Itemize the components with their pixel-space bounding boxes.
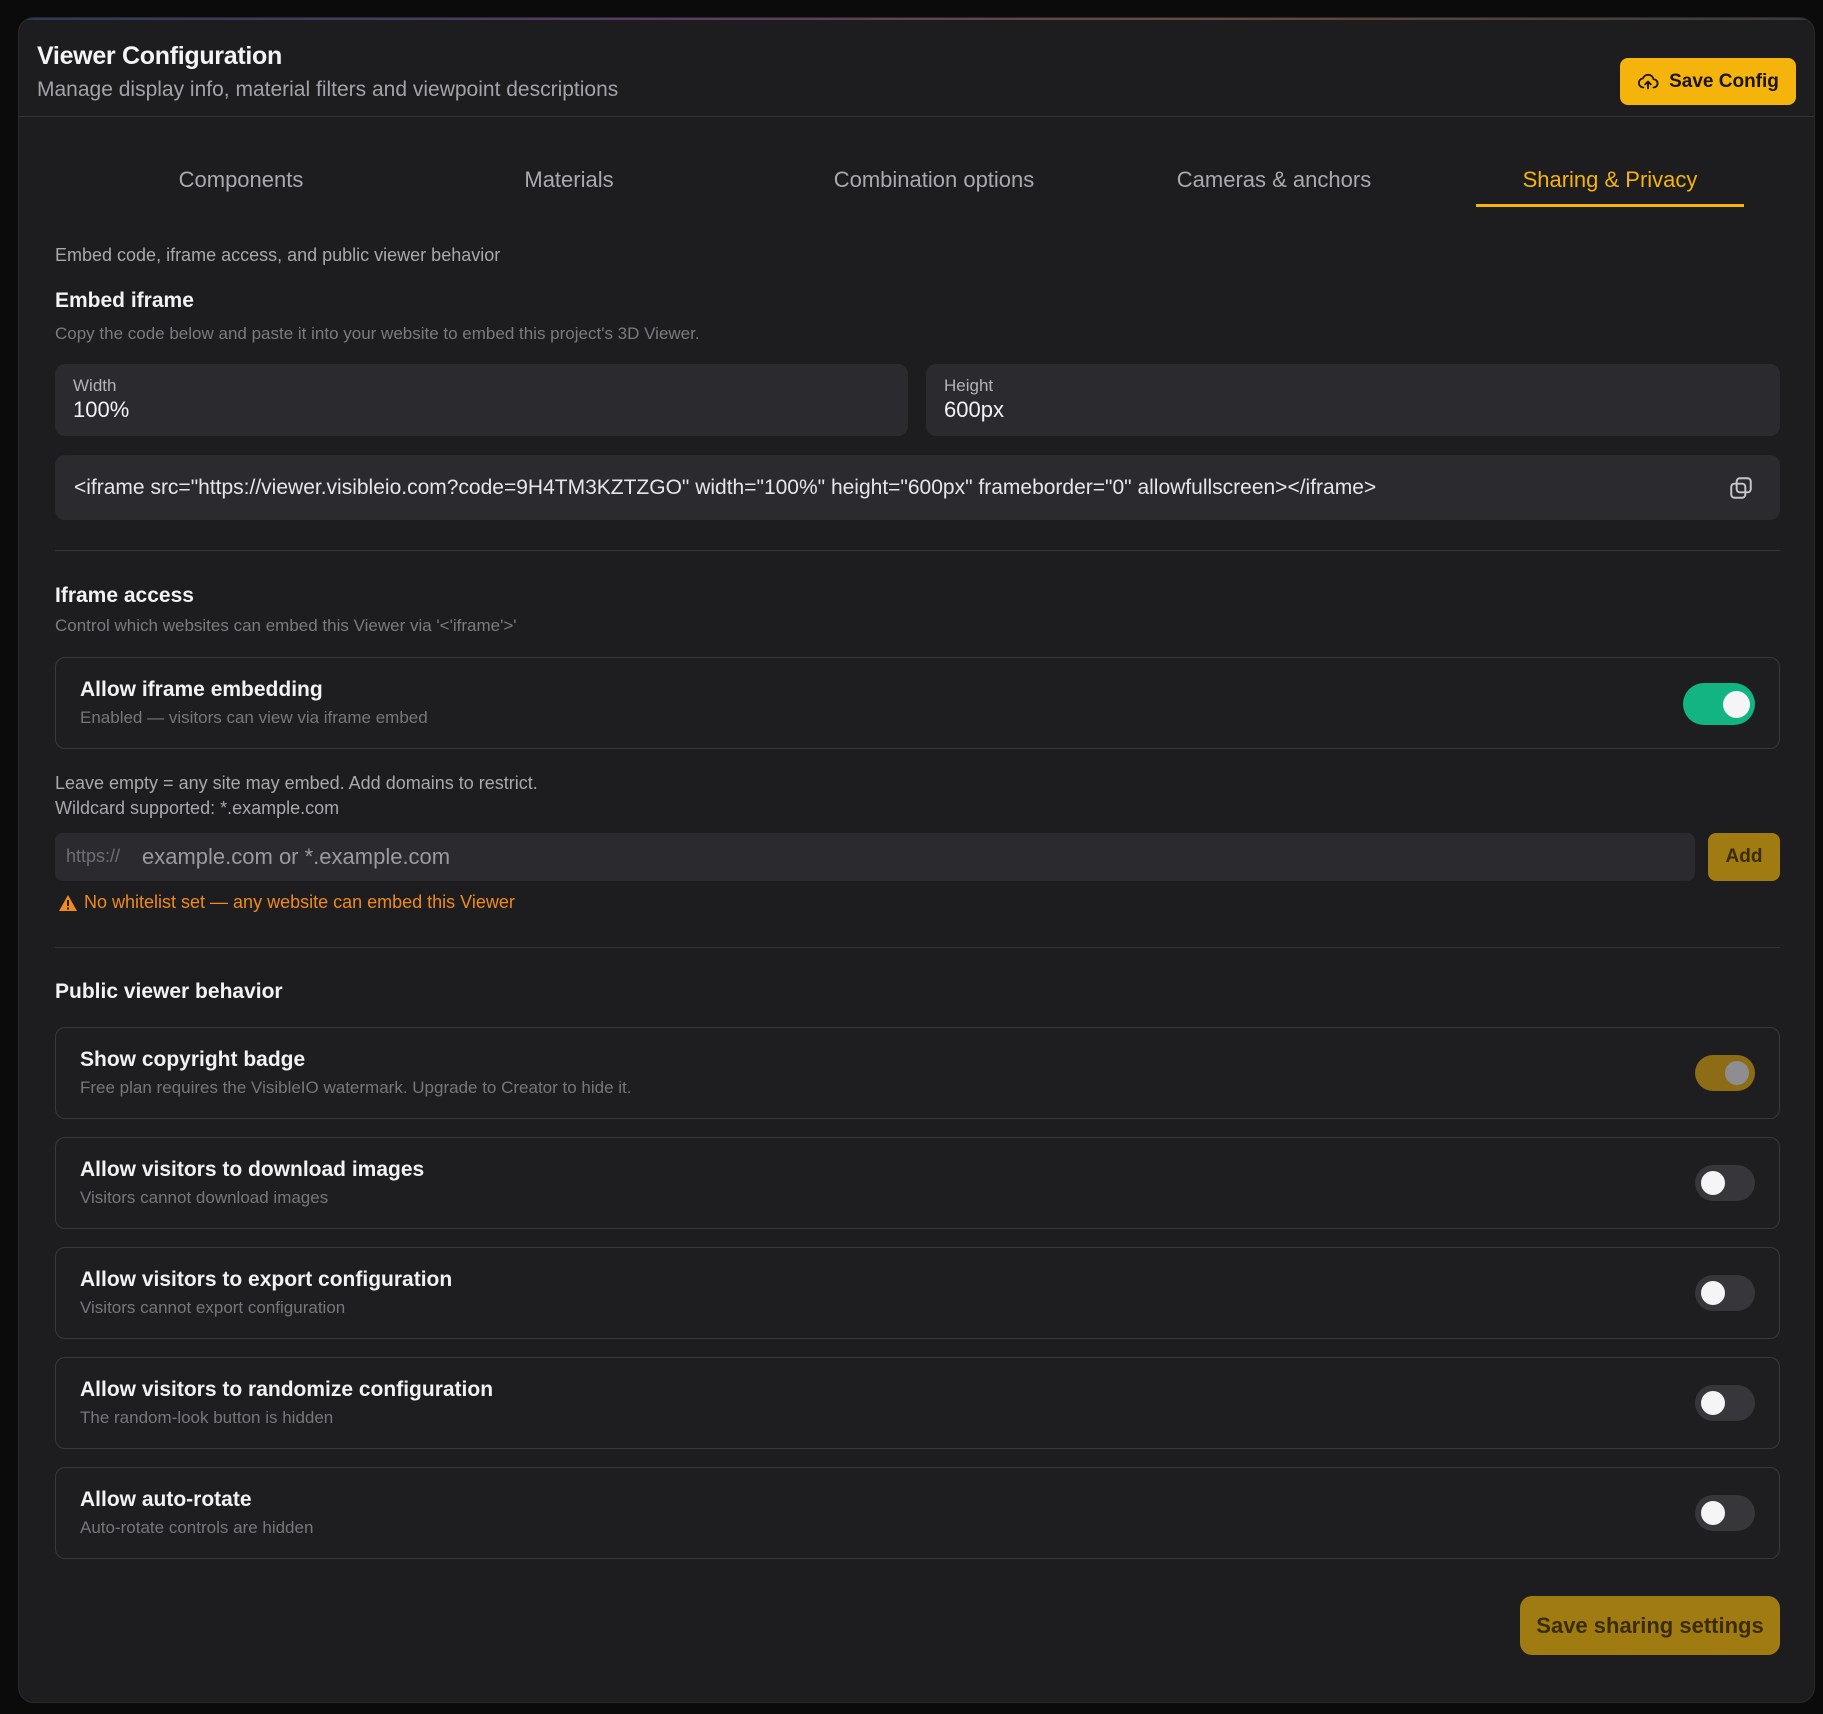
tab-bar: Components Materials Combination options… xyxy=(19,117,1814,220)
copyright-badge-toggle xyxy=(1695,1055,1755,1091)
toggle-knob xyxy=(1725,1061,1749,1085)
export-config-toggle[interactable] xyxy=(1695,1275,1755,1311)
height-field[interactable]: Height 600px xyxy=(926,364,1780,436)
url-prefix: https:// xyxy=(66,846,121,866)
tab-materials[interactable]: Materials xyxy=(469,167,669,207)
width-value: 100% xyxy=(73,397,130,422)
domain-placeholder: example.com or *.example.com xyxy=(142,844,451,869)
setting-card-download: Allow visitors to download images Visito… xyxy=(55,1137,1780,1229)
warning-text: No whitelist set — any website can embed… xyxy=(84,892,515,912)
panel-header: Viewer Configuration Manage display info… xyxy=(19,18,1814,117)
warning-icon xyxy=(59,894,77,911)
setting-desc: Visitors cannot export configuration xyxy=(80,1298,346,1317)
setting-title: Allow visitors to randomize configuratio… xyxy=(80,1378,494,1401)
divider xyxy=(55,947,1780,948)
public-viewer-title: Public viewer behavior xyxy=(55,980,283,1003)
width-field[interactable]: Width 100% xyxy=(55,364,908,436)
setting-title: Allow visitors to export configuration xyxy=(80,1268,453,1291)
tab-cameras-anchors[interactable]: Cameras & anchors xyxy=(1149,167,1399,207)
height-value: 600px xyxy=(944,397,1004,422)
setting-title: Show copyright badge xyxy=(80,1048,306,1071)
whitelist-hint-2: Wildcard supported: *.example.com xyxy=(55,798,340,818)
tab-combination-options[interactable]: Combination options xyxy=(799,167,1069,207)
setting-card-randomize: Allow visitors to randomize configuratio… xyxy=(55,1357,1780,1449)
viewer-config-panel: Viewer Configuration Manage display info… xyxy=(18,17,1815,1703)
setting-title: Allow auto-rotate xyxy=(80,1488,252,1511)
section-intro: Embed code, iframe access, and public vi… xyxy=(55,245,501,265)
allow-iframe-title: Allow iframe embedding xyxy=(80,678,323,701)
width-label: Width xyxy=(73,376,117,395)
embed-section-desc: Copy the code below and paste it into yo… xyxy=(55,324,700,343)
setting-desc: The random-look button is hidden xyxy=(80,1408,334,1427)
add-domain-button[interactable]: Add xyxy=(1708,833,1780,881)
setting-desc: Auto-rotate controls are hidden xyxy=(80,1518,314,1537)
setting-card-export: Allow visitors to export configuration V… xyxy=(55,1247,1780,1339)
domain-input[interactable]: https:// example.com or *.example.com xyxy=(55,833,1695,881)
tab-sharing-privacy[interactable]: Sharing & Privacy xyxy=(1476,167,1744,207)
allow-iframe-card: Allow iframe embedding Enabled — visitor… xyxy=(55,657,1780,749)
allow-iframe-toggle[interactable] xyxy=(1683,683,1755,725)
whitelist-hint-1: Leave empty = any site may embed. Add do… xyxy=(55,773,538,793)
setting-card-auto-rotate: Allow auto-rotate Auto-rotate controls a… xyxy=(55,1467,1780,1559)
save-sharing-button[interactable]: Save sharing settings xyxy=(1520,1596,1780,1655)
toggle-knob xyxy=(1701,1281,1725,1305)
allow-iframe-desc: Enabled — visitors can view via iframe e… xyxy=(80,708,428,727)
copy-icon[interactable] xyxy=(1728,475,1754,501)
randomize-config-toggle[interactable] xyxy=(1695,1385,1755,1421)
height-label: Height xyxy=(944,376,994,395)
setting-desc: Free plan requires the VisibleIO waterma… xyxy=(80,1078,632,1097)
cloud-upload-icon xyxy=(1638,73,1659,89)
setting-desc: Visitors cannot download images xyxy=(80,1188,329,1207)
toggle-knob xyxy=(1701,1391,1725,1415)
iframe-access-title: Iframe access xyxy=(55,584,194,607)
toggle-knob xyxy=(1701,1171,1725,1195)
embed-section-title: Embed iframe xyxy=(55,289,194,312)
tab-components[interactable]: Components xyxy=(141,167,341,207)
save-config-button[interactable]: Save Config xyxy=(1620,58,1796,105)
page-title: Viewer Configuration xyxy=(37,42,282,70)
toggle-knob xyxy=(1701,1501,1725,1525)
toggle-knob xyxy=(1723,691,1750,718)
download-images-toggle[interactable] xyxy=(1695,1165,1755,1201)
setting-title: Allow visitors to download images xyxy=(80,1158,425,1181)
embed-code-text: <iframe src="https://viewer.visibleio.co… xyxy=(74,475,1377,499)
auto-rotate-toggle[interactable] xyxy=(1695,1495,1755,1531)
iframe-access-desc: Control which websites can embed this Vi… xyxy=(55,616,517,635)
whitelist-warning: No whitelist set — any website can embed… xyxy=(58,892,515,913)
page-subtitle: Manage display info, material filters an… xyxy=(37,78,619,101)
save-config-label: Save Config xyxy=(1669,70,1779,92)
divider xyxy=(55,550,1780,551)
embed-code-box[interactable]: <iframe src="https://viewer.visibleio.co… xyxy=(55,455,1780,520)
setting-card-copyright: Show copyright badge Free plan requires … xyxy=(55,1027,1780,1119)
